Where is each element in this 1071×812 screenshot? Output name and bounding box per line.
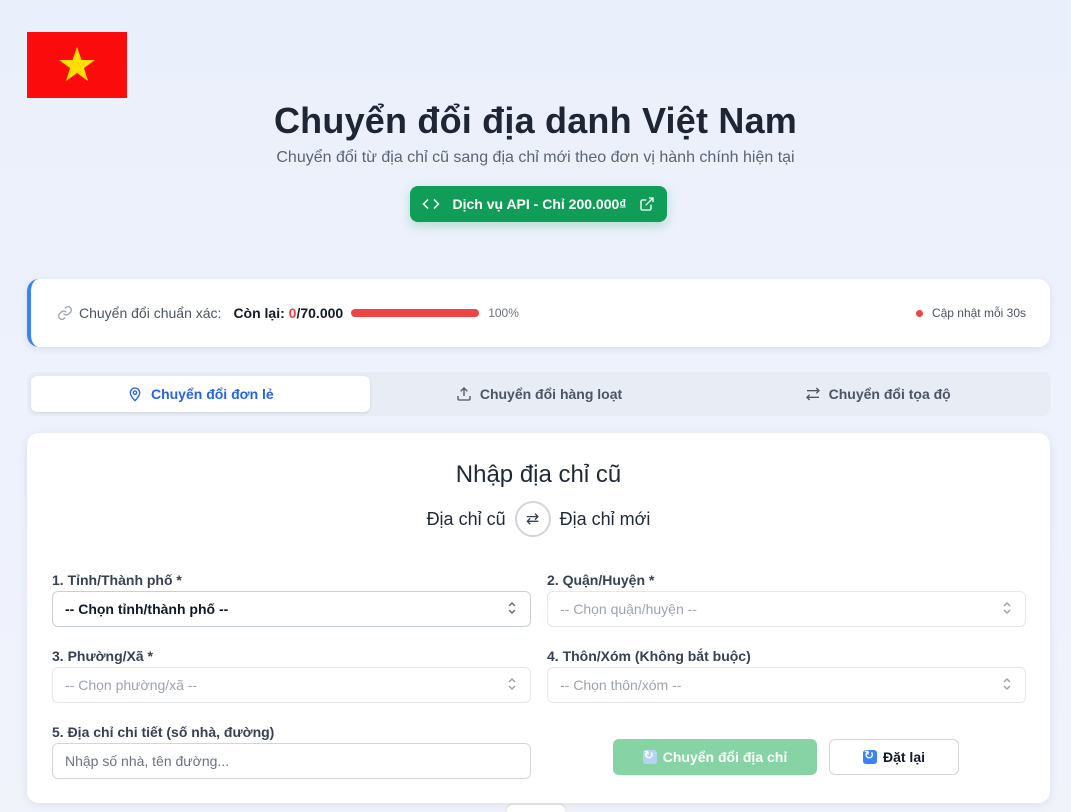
tab-single-label: Chuyển đổi đơn lẻ [150, 386, 274, 402]
chevron-updown-icon [506, 601, 518, 618]
province-label: 1. Tỉnh/Thành phố * [52, 572, 182, 588]
province-select[interactable]: -- Chọn tỉnh/thành phố -- [52, 591, 531, 627]
api-service-label: Dịch vụ API - Chỉ 200.000₫ [452, 196, 627, 212]
reset-button[interactable]: Đặt lại [829, 739, 959, 775]
map-pin-icon [129, 387, 141, 402]
vietnam-flag [27, 32, 127, 98]
detail-placeholder: Nhập số nhà, tên đường... [65, 753, 230, 769]
district-select[interactable]: -- Chọn quận/huyện -- [547, 591, 1026, 627]
direction-row: Địa chỉ cũ ⇄ Địa chỉ mới [27, 501, 1050, 537]
chevron-updown-icon [1001, 677, 1013, 694]
star-icon [59, 47, 95, 81]
external-link-icon [640, 197, 654, 211]
address-form-card: Nhập địa chỉ cũ Địa chỉ cũ ⇄ Địa chỉ mới… [27, 433, 1050, 803]
form-title: Nhập địa chỉ cũ [455, 461, 622, 488]
quota-label: Chuyển đổi chuẩn xác: [79, 305, 222, 321]
swap-arrows-icon [805, 387, 820, 401]
swap-direction-button[interactable]: ⇄ [514, 501, 551, 537]
district-value: -- Chọn quận/huyện -- [560, 601, 697, 617]
ward-select[interactable]: -- Chọn phường/xã -- [52, 667, 531, 703]
code-icon [422, 198, 440, 210]
page-subtitle: Chuyển đổi từ địa chỉ cũ sang địa chỉ mớ… [276, 149, 795, 166]
update-indicator: Cập nhật mỗi 30s [915, 306, 1026, 320]
ward-label: 3. Phường/Xã * [52, 648, 154, 664]
quota-total: /70.000 [296, 305, 344, 321]
tab-coordinates[interactable]: Chuyển đổi tọa độ [708, 376, 1047, 412]
quota-progress-bar [351, 309, 480, 317]
upload-icon [457, 387, 471, 401]
chevron-updown-icon [506, 677, 518, 694]
quota-percent: 100% [488, 306, 519, 320]
convert-label: Chuyển đổi địa chỉ [662, 749, 788, 765]
mode-tabs: Chuyển đổi đơn lẻ Chuyển đổi hàng loạt C… [27, 372, 1051, 416]
quota-remaining-prefix: Còn lại: [233, 305, 289, 321]
reset-label: Đặt lại [882, 749, 925, 765]
quota-remaining: Còn lại: 0/70.000 [233, 305, 343, 321]
quota-status-card: Chuyển đổi chuẩn xác: Còn lại: 0/70.000 … [27, 279, 1050, 347]
province-value: -- Chọn tỉnh/thành phố -- [65, 601, 229, 617]
tab-coordinates-label: Chuyển đổi tọa độ [828, 386, 951, 402]
district-label: 2. Quận/Huyện * [547, 572, 655, 588]
refresh-icon [862, 748, 877, 764]
link-icon [58, 306, 72, 320]
from-label: Địa chỉ cũ [426, 508, 506, 529]
tab-single[interactable]: Chuyển đổi đơn lẻ [31, 376, 370, 412]
refresh-icon [642, 748, 657, 764]
ward-value: -- Chọn phường/xã -- [65, 677, 198, 693]
hamlet-label: 4. Thôn/Xóm (Không bắt buộc) [547, 648, 751, 664]
detail-label: 5. Địa chỉ chi tiết (số nhà, đường) [52, 724, 275, 740]
to-label: Địa chỉ mới [559, 508, 651, 529]
hamlet-select[interactable]: -- Chọn thôn/xóm -- [547, 667, 1026, 703]
page-title: Chuyển đổi địa danh Việt Nam [273, 100, 797, 141]
live-dot-icon [915, 309, 923, 317]
tab-batch-label: Chuyển đổi hàng loạt [479, 386, 623, 402]
swap-icon: ⇄ [525, 511, 540, 528]
update-text: Cập nhật mỗi 30s [931, 306, 1026, 320]
hamlet-value: -- Chọn thôn/xóm -- [560, 677, 682, 693]
chevron-updown-icon [1001, 601, 1013, 618]
convert-address-button[interactable]: Chuyển đổi địa chỉ [613, 739, 817, 775]
bottom-toggle-tab[interactable] [507, 805, 565, 812]
tab-batch[interactable]: Chuyển đổi hàng loạt [370, 376, 709, 412]
api-service-button[interactable]: Dịch vụ API - Chỉ 200.000₫ [410, 186, 667, 222]
detail-address-input[interactable]: Nhập số nhà, tên đường... [52, 743, 531, 779]
